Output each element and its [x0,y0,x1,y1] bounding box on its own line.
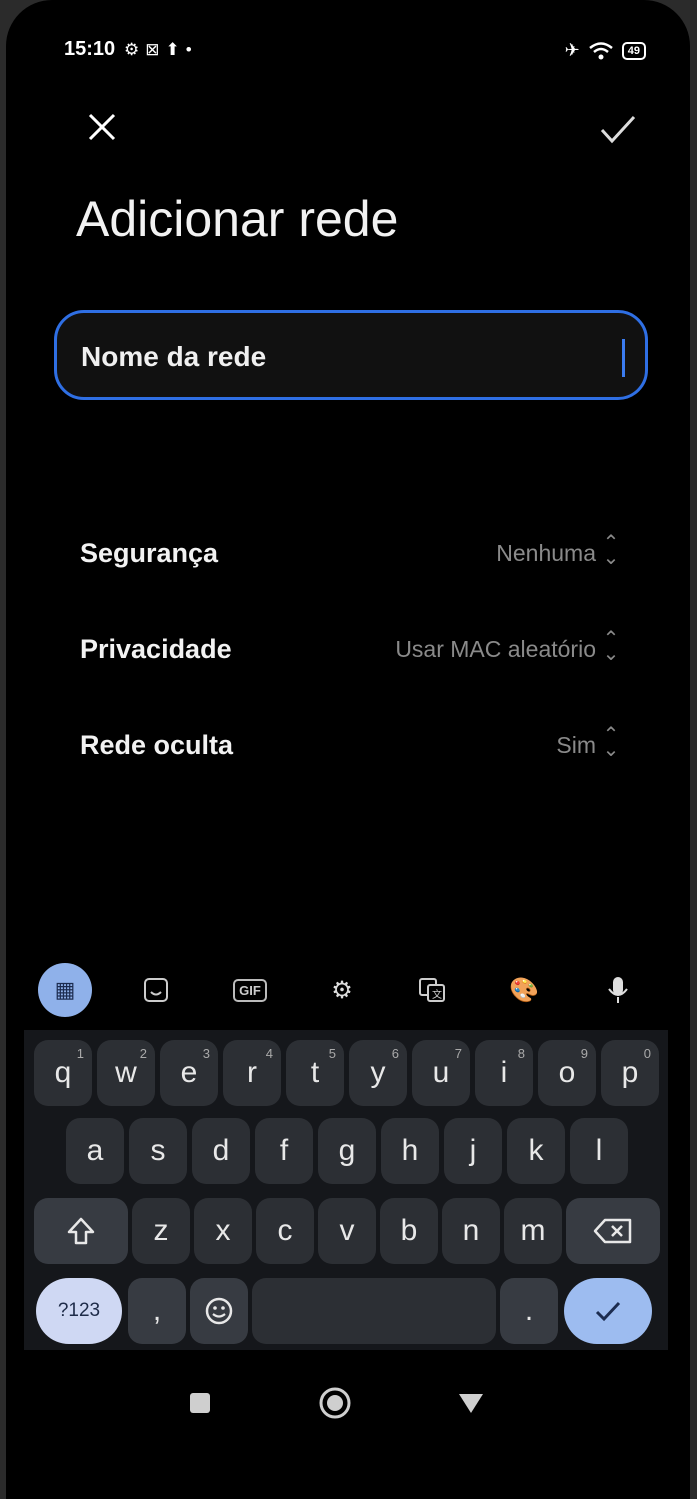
key-w[interactable]: w2 [97,1040,155,1106]
wifi-icon [588,41,613,59]
key-t[interactable]: t5 [286,1040,344,1106]
airplane-icon: ✈ [564,40,580,60]
key-n[interactable]: n [442,1198,500,1264]
setting-row-security[interactable]: Segurança Nenhuma ⌃ ⌄ [80,524,620,584]
key-e[interactable]: e3 [160,1040,218,1106]
settings-icon: ⚙ [331,976,353,1004]
keyboard-row-3: z x c v b n m [24,1198,668,1268]
key-s[interactable]: s [129,1118,187,1184]
network-name-field[interactable] [54,310,648,400]
security-value: Nenhuma [496,540,596,566]
confirm-button[interactable] [598,104,638,154]
close-icon [88,113,116,141]
status-notification-icons: ⚙⊠⬆• [124,40,198,60]
privacy-label: Privacidade [80,634,232,664]
key-p[interactable]: p0 [601,1040,659,1106]
sticker-icon [144,978,168,1002]
gif-icon: GIF [233,978,267,1002]
home-button[interactable] [312,1380,358,1426]
key-i[interactable]: i8 [475,1040,533,1106]
recents-icon [190,1393,210,1413]
privacy-value: Usar MAC aleatório [395,636,596,662]
translate-button[interactable]: 文 [410,968,454,1012]
voice-input-button[interactable] [596,968,640,1012]
key-u[interactable]: u7 [412,1040,470,1106]
security-label: Segurança [80,538,219,568]
battery-icon: 49 [621,41,646,60]
key-m[interactable]: m [504,1198,562,1264]
key-f[interactable]: f [255,1118,313,1184]
phone-screen: 15:10 ⚙⊠⬆• ✈ 49 Adicionar rede Nome da r… [6,0,690,1499]
keyboard-row-1: q1 w2 e3 r4 t5 y6 u7 i8 o9 p0 [24,1040,668,1110]
updown-chevron-icon: ⌃ ⌄ [602,532,620,569]
dot-icon: • [185,40,198,59]
status-time: 15:10 [64,38,116,60]
key-x[interactable]: x [194,1198,252,1264]
back-button[interactable] [448,1380,494,1426]
comma-key[interactable]: , [128,1278,186,1344]
gif-button[interactable]: GIF [228,968,272,1012]
check-icon [595,1301,621,1322]
back-icon [459,1394,483,1413]
page-title: Adicionar rede [76,191,399,247]
period-key[interactable]: . [500,1278,558,1344]
soft-keyboard: q1 w2 e3 r4 t5 y6 u7 i8 o9 p0 a s d f g … [24,1030,668,1350]
text-cursor [622,339,625,377]
key-d[interactable]: d [192,1118,250,1184]
backspace-icon [593,1218,632,1244]
gear-icon: ⚙ [124,40,146,59]
close-button[interactable] [82,102,122,152]
key-c[interactable]: c [256,1198,314,1264]
key-q[interactable]: q1 [34,1040,92,1106]
mic-icon [608,977,628,1003]
key-a[interactable]: a [66,1118,124,1184]
hidden-network-value: Sim [556,732,596,758]
hidden-network-label: Rede oculta [80,730,234,760]
shift-icon [67,1217,95,1245]
recents-button[interactable] [178,1380,222,1426]
updown-chevron-icon: ⌃ ⌄ [602,724,620,761]
home-icon [319,1387,351,1419]
shift-key[interactable] [34,1198,128,1264]
sticker-button[interactable] [134,968,178,1012]
check-icon [600,115,636,144]
backspace-key[interactable] [566,1198,660,1264]
network-name-input[interactable] [79,333,593,381]
palette-icon: 🎨 [509,976,539,1004]
status-bar: 15:10 ⚙⊠⬆• ✈ 49 [6,36,690,68]
status-system-icons: ✈ 49 [565,40,646,61]
updown-chevron-icon: ⌃ ⌄ [602,628,620,665]
key-b[interactable]: b [380,1198,438,1264]
keyboard-toolbar: ▦ GIF ⚙ 文 🎨 [6,960,690,1020]
translate-icon: 文 [419,978,445,1002]
key-l[interactable]: l [570,1118,628,1184]
grid-button[interactable]: ▦ [38,963,92,1017]
space-key[interactable] [252,1278,496,1344]
emoji-icon [205,1297,233,1325]
emoji-key[interactable] [190,1278,248,1344]
key-o[interactable]: o9 [538,1040,596,1106]
theme-button[interactable]: 🎨 [502,968,546,1012]
setting-row-privacy[interactable]: Privacidade Usar MAC aleatório ⌃ ⌄ [80,620,620,680]
enter-key[interactable] [564,1278,652,1344]
notification-icon: ⊠ [145,40,166,59]
keyboard-settings-button[interactable]: ⚙ [320,968,364,1012]
keyboard-row-4: ?123 , . [24,1278,668,1348]
key-z[interactable]: z [132,1198,190,1264]
setting-row-hidden-network[interactable]: Rede oculta Sim ⌃ ⌄ [80,716,620,776]
key-v[interactable]: v [318,1198,376,1264]
key-k[interactable]: k [507,1118,565,1184]
key-g[interactable]: g [318,1118,376,1184]
numbers-symbols-key[interactable]: ?123 [36,1278,122,1344]
key-h[interactable]: h [381,1118,439,1184]
grid-icon: ▦ [54,977,76,1002]
keyboard-row-2: a s d f g h j k l [24,1118,668,1188]
key-j[interactable]: j [444,1118,502,1184]
key-r[interactable]: r4 [223,1040,281,1106]
upload-icon: ⬆ [165,40,186,59]
key-y[interactable]: y6 [349,1040,407,1106]
svg-text:文: 文 [432,988,442,1001]
